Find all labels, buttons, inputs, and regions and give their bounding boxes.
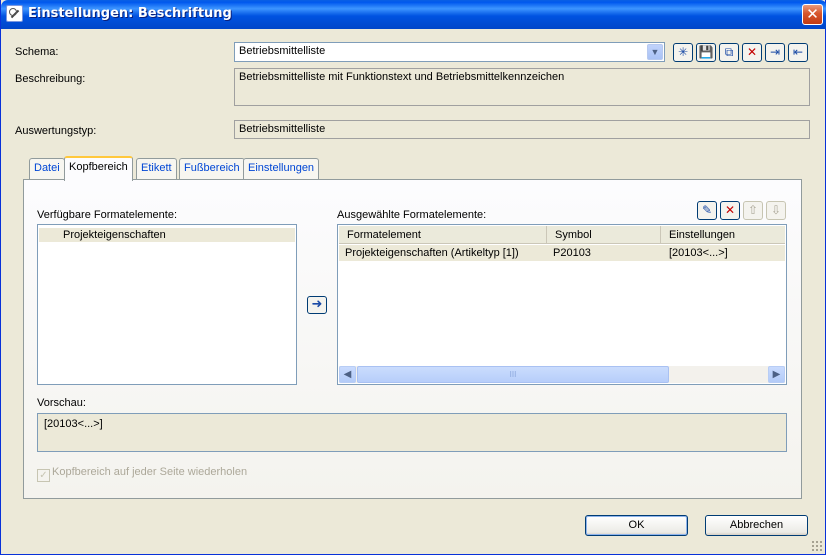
scroll-thumb[interactable]: III — [357, 366, 669, 383]
chevron-down-icon[interactable]: ▼ — [647, 44, 663, 60]
repeat-header-option: ✓ Kopfbereich auf jeder Seite wiederholen — [37, 466, 247, 482]
auswertungstyp-label: Auswertungstyp: — [15, 125, 97, 137]
available-listbox[interactable]: Projekteigenschaften — [37, 224, 297, 385]
selected-grid[interactable]: Formatelement Symbol Einstellungen Proje… — [337, 224, 787, 385]
cell-formatelement: Projekteigenschaften (Artikeltyp [1]) — [345, 247, 519, 259]
tab-kopfbereich[interactable]: Kopfbereich — [64, 156, 133, 181]
table-row[interactable]: Projekteigenschaften (Artikeltyp [1]) P2… — [339, 245, 785, 261]
beschreibung-label: Beschreibung: — [15, 73, 86, 85]
dialog-window: Einstellungen: Beschriftung ✕ Schema: Be… — [0, 0, 826, 555]
title-bar[interactable]: Einstellungen: Beschriftung ✕ — [1, 0, 826, 29]
list-item[interactable]: Projekteigenschaften — [39, 228, 295, 242]
tab-datei[interactable]: Datei — [29, 158, 65, 179]
copy-icon: ⧉ — [724, 45, 734, 59]
tab-etikett[interactable]: Etikett — [136, 158, 177, 179]
scroll-left-icon[interactable]: ◀ — [339, 366, 356, 383]
move-up-button[interactable]: ⇧ — [743, 201, 763, 220]
window-title: Einstellungen: Beschriftung — [28, 6, 232, 21]
add-element-button[interactable]: ➜ — [307, 296, 327, 314]
arrow-right-icon: ➜ — [311, 297, 323, 312]
preview-label: Vorschau: — [37, 397, 86, 409]
beschreibung-value: Betriebsmittelliste mit Funktionstext un… — [239, 71, 565, 83]
tab-fussbereich[interactable]: Fußbereich — [179, 158, 245, 179]
available-label: Verfügbare Formatelemente: — [37, 209, 178, 221]
beschreibung-field[interactable]: Betriebsmittelliste mit Funktionstext un… — [234, 68, 810, 106]
save-schema-button[interactable]: 💾 — [696, 43, 716, 62]
horizontal-scrollbar[interactable]: ◀ III ▶ — [339, 366, 785, 383]
arrow-up-icon: ⇧ — [747, 203, 759, 217]
scroll-right-icon[interactable]: ▶ — [768, 366, 785, 383]
resize-grip-icon[interactable] — [811, 540, 822, 551]
delete-icon: ✕ — [746, 45, 758, 59]
move-down-button[interactable]: ⇩ — [766, 201, 786, 220]
close-button[interactable]: ✕ — [802, 4, 823, 25]
delete-icon: ✕ — [724, 203, 736, 217]
auswertungstyp-field: Betriebsmittelliste — [234, 120, 810, 139]
cancel-button[interactable]: Abbrechen — [705, 515, 808, 536]
import-schema-button[interactable]: ⇥ — [765, 43, 785, 62]
grid-header: Formatelement Symbol Einstellungen — [339, 226, 785, 244]
arrow-down-icon: ⇩ — [770, 203, 782, 217]
save-icon: 💾 — [698, 45, 714, 59]
repeat-header-label: Kopfbereich auf jeder Seite wiederholen — [52, 466, 248, 478]
import-icon: ⇥ — [769, 45, 781, 59]
edit-element-button[interactable]: ✎ — [697, 201, 717, 220]
auswertungstyp-value: Betriebsmittelliste — [239, 123, 326, 135]
tab-einstellungen[interactable]: Einstellungen — [243, 158, 320, 179]
app-icon — [6, 5, 23, 22]
preview-value: [20103<...>] — [44, 418, 103, 430]
selected-label: Ausgewählte Formatelemente: — [337, 209, 487, 221]
remove-element-button[interactable]: ✕ — [720, 201, 740, 220]
new-icon: ✳ — [677, 45, 689, 59]
delete-schema-button[interactable]: ✕ — [742, 43, 762, 62]
repeat-header-checkbox[interactable]: ✓ — [37, 469, 50, 482]
ok-button[interactable]: OK — [585, 515, 688, 536]
copy-schema-button[interactable]: ⧉ — [719, 43, 739, 62]
column-header-symbol[interactable]: Symbol — [547, 226, 661, 244]
column-header-formatelement[interactable]: Formatelement — [339, 226, 547, 244]
cell-symbol: P20103 — [553, 247, 591, 259]
schema-label: Schema: — [15, 46, 59, 58]
schema-value: Betriebsmittelliste — [239, 45, 326, 57]
export-icon: ⇤ — [792, 45, 804, 59]
pencil-icon: ✎ — [701, 203, 713, 217]
export-schema-button[interactable]: ⇤ — [788, 43, 808, 62]
column-header-einstellungen[interactable]: Einstellungen — [661, 226, 787, 244]
schema-combobox[interactable]: Betriebsmittelliste ▼ — [234, 42, 665, 62]
new-schema-button[interactable]: ✳ — [673, 43, 693, 62]
cell-einstellungen: [20103<...>] — [669, 247, 728, 259]
preview-field: [20103<...>] — [37, 413, 787, 452]
